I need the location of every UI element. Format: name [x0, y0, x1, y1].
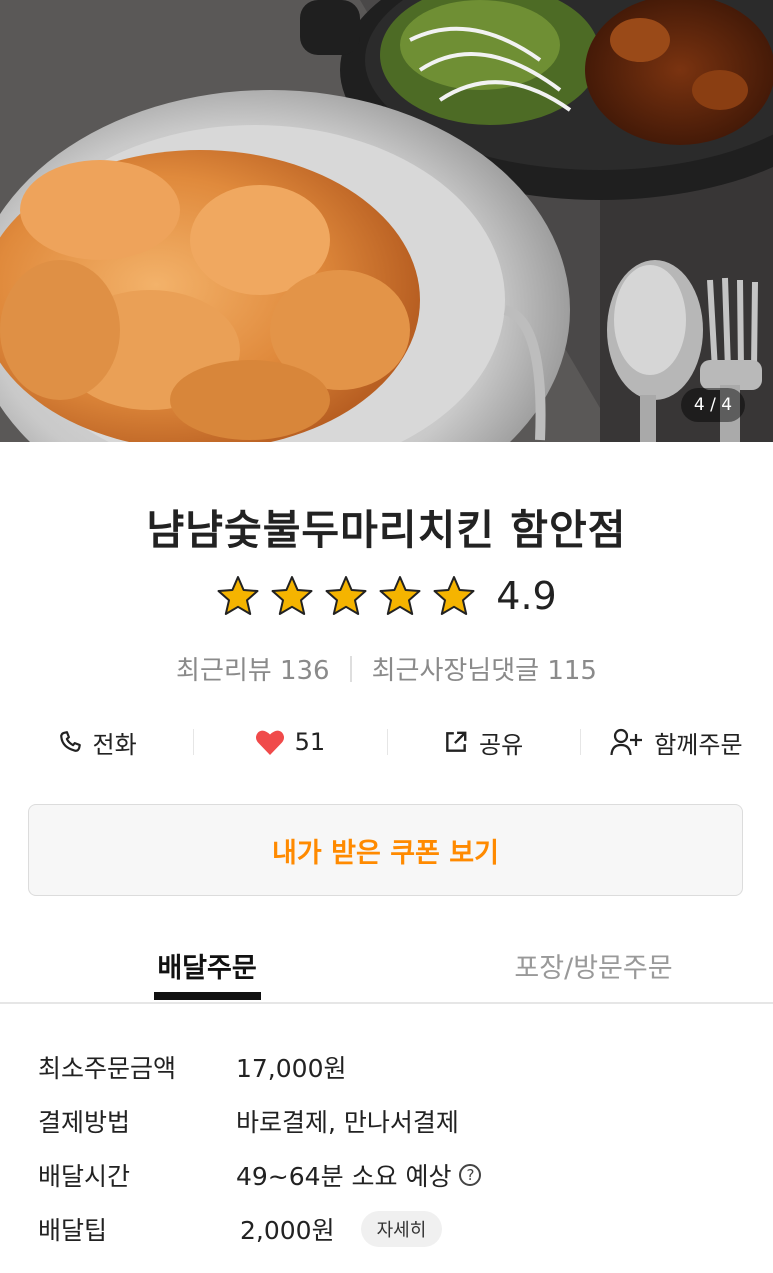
info-label: 최소주문금액	[38, 1054, 177, 1083]
share-label: 공유	[479, 730, 524, 759]
tab-delivery-label: 배달주문	[157, 952, 257, 984]
review-summary: 최근리뷰 136 최근사장님댓글 115	[0, 650, 773, 687]
recent-reviews-link[interactable]: 최근리뷰 136	[176, 650, 330, 687]
info-value-wrap: 2,000원 자세히	[236, 1211, 443, 1247]
delivery-info: 최소주문금액 17,000원 결제방법 바로결제, 만나서결제 배달시간 49~…	[38, 1040, 738, 1256]
image-counter: 4 / 4	[681, 388, 745, 422]
phone-icon	[59, 731, 81, 752]
share-icon	[446, 731, 467, 752]
group-order-button[interactable]: 함께주문	[579, 718, 773, 766]
rating-value: 4.9	[496, 574, 557, 618]
action-bar: 전화 51 공유 함께주문	[0, 718, 773, 766]
owner-replies-link[interactable]: 최근사장님댓글 115	[372, 650, 597, 687]
like-button[interactable]: 51	[193, 718, 386, 766]
star-icon	[271, 576, 313, 615]
rating-row: 4.9	[0, 574, 773, 618]
info-value: 2,000원	[240, 1216, 335, 1245]
tab-pickup[interactable]: 포장/방문주문	[414, 930, 773, 1000]
help-icon[interactable]: ?	[459, 1164, 482, 1186]
active-tab-indicator	[154, 992, 261, 1000]
info-label: 배달팁	[38, 1216, 108, 1245]
view-coupons-button[interactable]: 내가 받은 쿠폰 보기	[28, 804, 743, 896]
call-label: 전화	[92, 730, 137, 759]
star-icon	[379, 576, 421, 615]
store-name: 냠냠숯불두마리치킨 함안점	[146, 506, 627, 554]
info-label: 결제방법	[38, 1108, 131, 1137]
info-value: 바로결제, 만나서결제	[236, 1108, 459, 1137]
group-order-label: 함께주문	[654, 730, 743, 759]
info-row-delivery-time: 배달시간 49~64분 소요 예상 ?	[38, 1148, 738, 1202]
tab-pickup-label: 포장/방문주문	[514, 952, 673, 984]
call-button[interactable]: 전화	[0, 718, 193, 766]
info-value-wrap: 49~64분 소요 예상 ?	[236, 1157, 482, 1193]
food-photo	[0, 0, 773, 442]
heart-icon	[255, 730, 284, 755]
info-value: 17,000원	[236, 1054, 347, 1083]
info-label: 배달시간	[38, 1162, 131, 1191]
hero-image[interactable]: 4 / 4	[0, 0, 773, 442]
divider	[349, 655, 352, 682]
info-row-delivery-tip: 배달팁 2,000원 자세히	[38, 1202, 738, 1256]
info-value: 49~64분 소요 예상	[236, 1162, 452, 1191]
tip-details-button[interactable]: 자세히	[360, 1211, 443, 1247]
star-icon	[325, 576, 367, 615]
tab-delivery[interactable]: 배달주문	[0, 930, 414, 1000]
like-count: 51	[294, 728, 326, 756]
info-row-payment: 결제방법 바로결제, 만나서결제	[38, 1094, 738, 1148]
add-person-icon	[610, 728, 643, 756]
order-type-tabs: 배달주문 포장/방문주문	[0, 930, 773, 1004]
share-button[interactable]: 공유	[386, 718, 580, 766]
star-icon	[217, 576, 259, 615]
info-row-min-order: 최소주문금액 17,000원	[38, 1040, 738, 1094]
star-icon	[433, 576, 475, 615]
